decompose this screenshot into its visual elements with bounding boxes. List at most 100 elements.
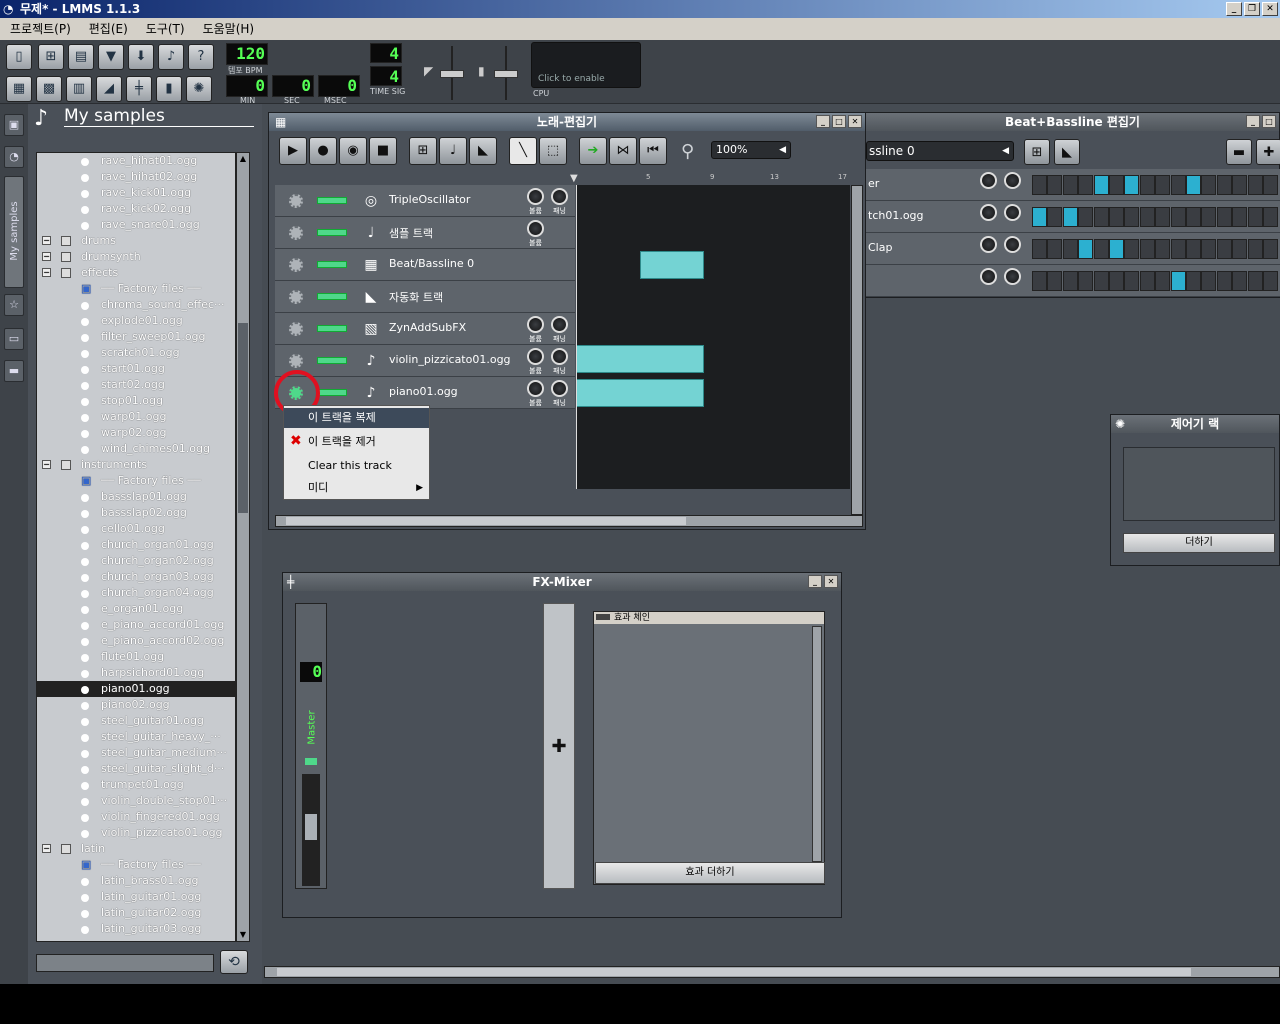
track-name[interactable]: Beat/Bassline 0 bbox=[389, 257, 474, 270]
bb-step[interactable] bbox=[1263, 207, 1278, 227]
bb-step[interactable] bbox=[1247, 175, 1263, 195]
bb-step[interactable] bbox=[1062, 175, 1078, 195]
menu-help[interactable]: 도움말(H) bbox=[203, 18, 255, 40]
expand-toggle-icon[interactable]: − bbox=[42, 844, 51, 853]
file-item[interactable]: ▣ ── Factory files ── bbox=[37, 473, 235, 489]
volume-knob[interactable] bbox=[527, 380, 544, 397]
bb-step[interactable] bbox=[1109, 271, 1124, 291]
expand-toggle-icon[interactable]: − bbox=[42, 460, 51, 469]
song-editor-close[interactable]: ✕ bbox=[848, 115, 862, 128]
file-tree-scroll-thumb[interactable] bbox=[238, 323, 248, 513]
bb-step[interactable] bbox=[1186, 271, 1201, 291]
bb-editor-maximize[interactable]: □ bbox=[1262, 115, 1276, 128]
file-item[interactable]: bassslap02.ogg bbox=[37, 505, 235, 521]
bb-step[interactable] bbox=[1170, 207, 1186, 227]
track-settings-gear-icon[interactable] bbox=[289, 194, 303, 208]
record-button[interactable]: ● bbox=[309, 137, 337, 165]
bb-select[interactable]: ssline 0 ◀ bbox=[866, 141, 1014, 161]
file-item[interactable]: ▣ ── Factory files ── bbox=[37, 857, 235, 873]
bb-step[interactable] bbox=[1124, 207, 1140, 227]
automation-editor-toggle[interactable]: ◢ bbox=[96, 76, 122, 102]
bb-track-name[interactable]: er bbox=[868, 177, 879, 190]
bb-step[interactable] bbox=[1186, 207, 1201, 227]
file-item[interactable]: violin_double_stop01··· bbox=[37, 793, 235, 809]
file-item[interactable]: stop01.ogg bbox=[37, 393, 235, 409]
file-item[interactable]: bassslap01.ogg bbox=[37, 489, 235, 505]
bb-step[interactable] bbox=[1109, 207, 1124, 227]
bb-step[interactable] bbox=[1032, 271, 1047, 291]
clone-track-item[interactable]: 이 트랙을 복제 bbox=[284, 408, 429, 428]
volume-knob[interactable] bbox=[980, 172, 997, 189]
folder-item[interactable]: − drumsynth bbox=[37, 249, 235, 265]
bb-step[interactable] bbox=[1232, 207, 1248, 227]
bb-step[interactable] bbox=[1155, 239, 1171, 259]
folder-item[interactable]: − latin bbox=[37, 841, 235, 857]
track-name[interactable]: violin_pizzicato01.ogg bbox=[389, 353, 511, 366]
workspace-hscroll-thumb[interactable] bbox=[277, 968, 1191, 976]
bb-step[interactable] bbox=[1124, 271, 1140, 291]
file-tree[interactable]: rave_hihat01.ogg rave_hihat02.ogg rave_kic… bbox=[36, 152, 236, 942]
bb-step[interactable] bbox=[1263, 239, 1278, 259]
volume-knob[interactable] bbox=[980, 204, 997, 221]
bb-step[interactable] bbox=[1047, 271, 1063, 291]
midi-submenu-item[interactable]: 미디 ▶ bbox=[284, 478, 429, 498]
file-item[interactable]: e_piano_accord01.ogg bbox=[37, 617, 235, 633]
bb-track-row[interactable] bbox=[866, 265, 1280, 297]
bb-track-row[interactable]: tch01.ogg bbox=[866, 201, 1280, 233]
file-item[interactable]: rave_hihat01.ogg bbox=[37, 153, 235, 169]
track-settings-gear-icon[interactable] bbox=[289, 322, 303, 336]
bb-step[interactable] bbox=[1201, 239, 1217, 259]
track-mute-toggle[interactable] bbox=[317, 197, 347, 204]
song-editor-titlebar[interactable]: ▦ 노래-편집기 _ □ ✕ bbox=[269, 113, 865, 131]
track-row[interactable]: ♩ 샘플 트랙 볼륨 bbox=[275, 217, 575, 249]
playhead-marker-icon[interactable]: ▼ bbox=[570, 173, 578, 184]
file-item[interactable]: church_organ04.ogg bbox=[37, 585, 235, 601]
track-mute-toggle[interactable] bbox=[317, 357, 347, 364]
track-name[interactable]: 자동화 트랙 bbox=[389, 289, 443, 305]
instrument-plugins-tab[interactable]: ▣ bbox=[4, 114, 24, 136]
project-notes-toggle[interactable]: ▮ bbox=[156, 76, 182, 102]
my-samples-tab[interactable]: My samples bbox=[4, 176, 24, 288]
save-project-button[interactable]: ⬇ bbox=[128, 44, 154, 70]
file-item[interactable]: church_organ02.ogg bbox=[37, 553, 235, 569]
open-project-button[interactable]: ▤ bbox=[68, 44, 94, 70]
loop-points-button[interactable]: ⋈ bbox=[609, 137, 637, 165]
bb-step[interactable] bbox=[1263, 175, 1278, 195]
file-item[interactable]: cello01.ogg bbox=[37, 521, 235, 537]
bb-step[interactable] bbox=[1186, 239, 1201, 259]
file-item[interactable]: church_organ03.ogg bbox=[37, 569, 235, 585]
file-item[interactable]: latin_guitar01.ogg bbox=[37, 889, 235, 905]
bb-track-name[interactable]: Clap bbox=[868, 241, 892, 254]
menu-tools[interactable]: 도구(T) bbox=[146, 18, 185, 40]
file-item[interactable]: church_organ01.ogg bbox=[37, 537, 235, 553]
bb-add-automation-button[interactable]: ◣ bbox=[1054, 139, 1080, 165]
timesig-numerator[interactable]: 4 bbox=[370, 43, 402, 63]
bb-step[interactable] bbox=[1216, 271, 1232, 291]
projects-tab[interactable]: ◔ bbox=[4, 146, 24, 168]
panning-knob[interactable] bbox=[551, 348, 568, 365]
zoom-select[interactable]: 100% ◀ bbox=[711, 141, 791, 159]
play-button[interactable]: ▶ bbox=[279, 137, 307, 165]
bb-step[interactable] bbox=[1093, 239, 1109, 259]
file-item[interactable]: chroma_sound_effec··· bbox=[37, 297, 235, 313]
bb-step[interactable] bbox=[1263, 271, 1278, 291]
bb-step[interactable] bbox=[1170, 175, 1186, 195]
add-beat-bassline-button[interactable]: ⊞ bbox=[409, 137, 437, 165]
pattern-violin-pizzicato[interactable] bbox=[576, 345, 704, 373]
bb-step[interactable] bbox=[1232, 175, 1248, 195]
bb-step[interactable] bbox=[1078, 207, 1094, 227]
master-channel-strip[interactable]: 0 Master bbox=[295, 603, 327, 889]
bb-step[interactable] bbox=[1062, 207, 1078, 227]
bb-step[interactable] bbox=[1139, 207, 1155, 227]
file-item[interactable]: latin_guitar02.ogg bbox=[37, 905, 235, 921]
expand-toggle-icon[interactable]: − bbox=[42, 236, 51, 245]
folder-item[interactable]: − effects bbox=[37, 265, 235, 281]
menu-edit[interactable]: 편집(E) bbox=[89, 18, 128, 40]
file-item[interactable]: wind_chimes01.ogg bbox=[37, 441, 235, 457]
file-item[interactable]: violin_fingered01.ogg bbox=[37, 809, 235, 825]
pattern-beat-bassline-0[interactable] bbox=[640, 251, 704, 279]
track-settings-gear-icon[interactable] bbox=[289, 226, 303, 240]
timesig-denominator[interactable]: 4 bbox=[370, 66, 402, 86]
file-item[interactable]: piano01.ogg bbox=[37, 681, 235, 697]
file-item[interactable]: explode01.ogg bbox=[37, 313, 235, 329]
